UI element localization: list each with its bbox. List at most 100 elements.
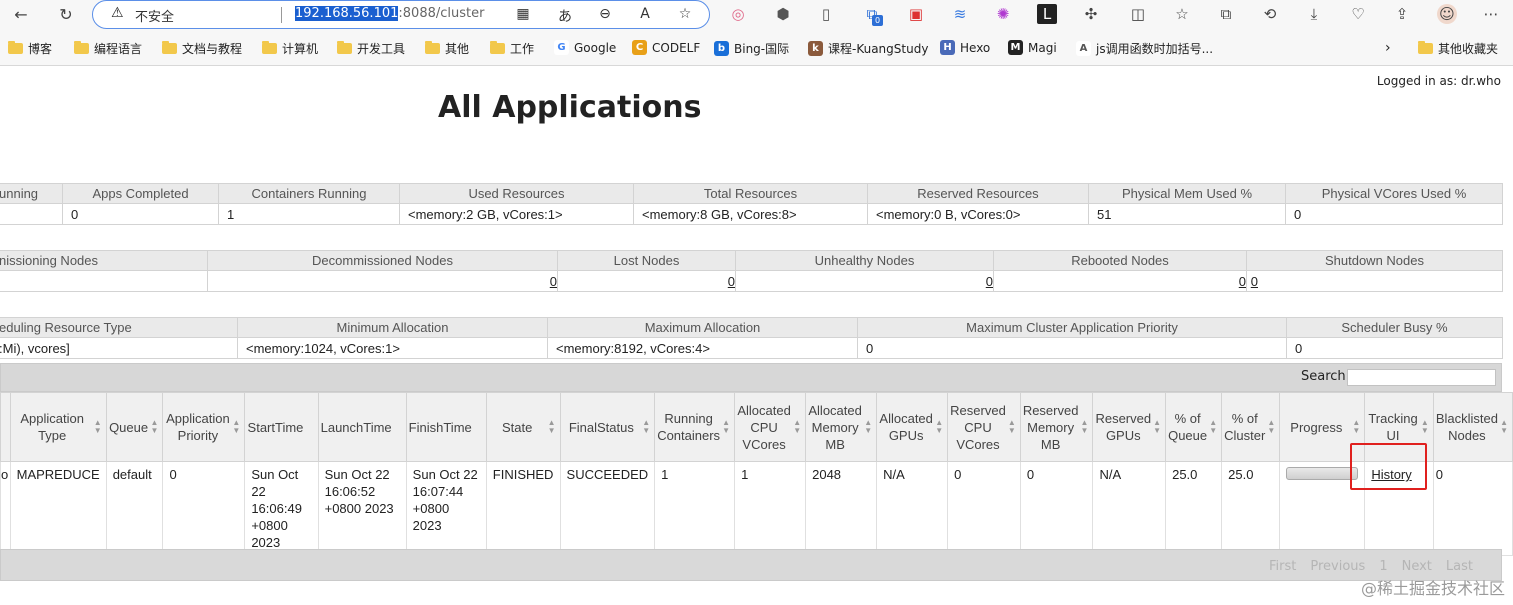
table-row[interactable]: o MAPREDUCE default 0 Sun Oct 22 16:06:4… [0,461,1513,556]
favorite-star-icon[interactable]: ☆ [675,6,695,22]
back-icon[interactable]: ← [10,4,32,26]
column-header-blacklisted[interactable]: Blacklisted Nodes ▲ ▼ [1432,392,1513,462]
column-header-running-containers[interactable]: Running Containers ▲ ▼ [654,392,736,462]
app-id-cell[interactable]: o [0,461,11,556]
share-icon[interactable]: ⇪ [1392,4,1412,24]
collections-icon[interactable]: ⧉ [1216,4,1236,24]
decommissioned-nodes-link[interactable]: 0 [550,274,557,289]
column-header[interactable]: Lost Nodes [557,250,736,271]
bookmark-link[interactable]: H Hexo [940,40,990,55]
allocated-vcores-cell: 1 [734,461,807,556]
column-header[interactable]: Used Resources [399,183,634,204]
bookmark-folder[interactable]: 文档与教程 [162,40,242,57]
bookmark-folder[interactable]: 编程语言 [74,40,142,57]
bookmark-icon[interactable]: ▯ [816,4,836,24]
column-header-allocated-gpus[interactable]: Allocated GPUs ▲ ▼ [876,392,949,462]
column-header[interactable]: Scheduler Busy % [1286,317,1503,338]
pager-last[interactable]: Last [1446,559,1473,574]
search-input[interactable] [1347,369,1496,386]
more-menu-icon[interactable]: ⋯ [1481,4,1501,24]
color-extension-icon[interactable]: ✺ [993,4,1013,24]
column-header-allocated-memory[interactable]: Allocated Memory MB ▲ ▼ [805,392,878,462]
split-screen-icon[interactable]: ◫ [1128,4,1148,24]
column-header-reserved-gpus[interactable]: Reserved GPUs ▲ ▼ [1092,392,1167,462]
column-header[interactable]: Reserved Resources [867,183,1089,204]
column-header-reserved-memory[interactable]: Reserved Memory MB ▲ ▼ [1019,392,1094,462]
column-header-state[interactable]: State ▲ ▼ [485,392,561,462]
l-extension-icon[interactable]: L [1037,4,1057,24]
unhealthy-nodes-link[interactable]: 0 [986,274,993,289]
folder-icon [425,41,440,54]
column-header[interactable]: Containers Running [218,183,400,204]
bookmark-link[interactable]: C CODELF [632,40,700,55]
bookmark-folder[interactable]: 其他收藏夹 [1418,40,1498,57]
column-header[interactable]: Total Resources [633,183,868,204]
column-header[interactable] [0,392,11,462]
column-header-allocated-vcores[interactable]: Allocated CPU VCores ▲ ▼ [734,392,807,462]
rebooted-nodes-link[interactable]: 0 [1239,274,1246,289]
column-header[interactable]: Decommissioned Nodes [207,250,558,271]
pager-first[interactable]: First [1269,559,1296,574]
column-header-finishtime[interactable]: FinishTime [405,392,487,462]
column-header[interactable]: Minimum Allocation [237,317,548,338]
grid-icon[interactable]: ▦ [513,6,533,22]
bookmark-link[interactable]: G Google [554,40,616,55]
avatar[interactable]: ☺ [1437,4,1457,24]
extension-settings-icon[interactable]: ⬢ [773,4,793,24]
lost-nodes-link[interactable]: 0 [728,274,735,289]
column-header[interactable]: Unhealthy Nodes [735,250,994,271]
bookmark-link[interactable]: k 课程-KuangStudy [808,40,928,57]
column-header[interactable]: Apps Completed [62,183,219,204]
pager-previous[interactable]: Previous [1310,559,1365,574]
read-aloud-icon[interactable]: あ [555,6,575,26]
bookmark-folder[interactable]: 其他 [425,40,469,57]
pager-next[interactable]: Next [1402,559,1432,574]
health-icon[interactable]: ♡ [1348,4,1368,24]
column-header-priority[interactable]: Application Priority ▲ ▼ [162,392,246,462]
column-header[interactable]: Shutdown Nodes [1246,250,1503,271]
column-header-application-type[interactable]: Application Type ▲ ▼ [9,392,107,462]
column-header-queue[interactable]: Queue ▲ ▼ [105,392,164,462]
column-header-finalstatus[interactable]: FinalStatus ▲ ▼ [559,392,656,462]
column-header[interactable]: Physical Mem Used % [1088,183,1286,204]
table-cell: <memory:8 GB, vCores:8> [633,203,868,225]
bookmark-link[interactable]: Ajs调用函数时加括号... [1076,40,1213,57]
pager-page[interactable]: 1 [1379,559,1387,574]
column-header[interactable]: Maximum Allocation [547,317,858,338]
blue-extension-icon[interactable]: ≋ [950,4,970,24]
shutdown-nodes-link[interactable]: 0 [1251,274,1258,289]
bookmark-folder[interactable]: 博客 [8,40,52,57]
bookmark-folder[interactable]: 工作 [490,40,534,57]
column-header-reserved-vcores[interactable]: Reserved CPU VCores ▲ ▼ [947,392,1021,462]
column-header-pct-cluster[interactable]: % of Cluster ▲ ▼ [1221,392,1281,462]
launchtime-cell: Sun Oct 22 16:06:52 +0800 2023 [317,461,407,556]
bookmark-folder[interactable]: 开发工具 [337,40,405,57]
column-header[interactable]: Rebooted Nodes [993,250,1247,271]
bookmarks-overflow-icon[interactable]: › [1385,40,1391,56]
red-extension-icon[interactable]: ▣ [906,4,926,24]
download-icon[interactable]: ⤓ [1304,4,1324,24]
history-icon[interactable]: ⟲ [1260,4,1280,24]
bookmark-folder[interactable]: 计算机 [262,40,318,57]
extensions-puzzle-icon[interactable]: ✣ [1081,4,1101,24]
column-header[interactable]: Physical VCores Used % [1285,183,1503,204]
column-header[interactable]: nissioning Nodes [0,250,208,271]
favorites-icon[interactable]: ☆ [1172,4,1192,24]
column-header-starttime[interactable]: StartTime [244,392,319,462]
zoom-out-icon[interactable]: ⊖ [595,6,615,22]
read-mode-icon[interactable]: A [635,6,655,22]
address-bar[interactable]: ⚠ 不安全 192.168.56.101:8088/cluster ▦ あ ⊖ … [92,0,710,29]
table-cell: 0 [857,337,1287,359]
refresh-icon[interactable]: ↻ [55,4,77,26]
column-header[interactable]: eduling Resource Type [0,317,238,338]
bookmark-link[interactable]: M Magi [1008,40,1057,55]
column-header-launchtime[interactable]: LaunchTime [317,392,407,462]
column-header[interactable]: Maximum Cluster Application Priority [857,317,1287,338]
bookmark-link[interactable]: b Bing-国际 [714,40,789,57]
column-header[interactable]: unning [0,183,63,204]
page-title: All Applications [438,90,702,125]
table-row: 0 0 0 0 0 [0,270,1503,292]
column-header-pct-queue[interactable]: % of Queue ▲ ▼ [1165,392,1223,462]
extension-icon[interactable]: ◎ [728,4,748,24]
address-url[interactable]: 192.168.56.101:8088/cluster [295,6,484,21]
